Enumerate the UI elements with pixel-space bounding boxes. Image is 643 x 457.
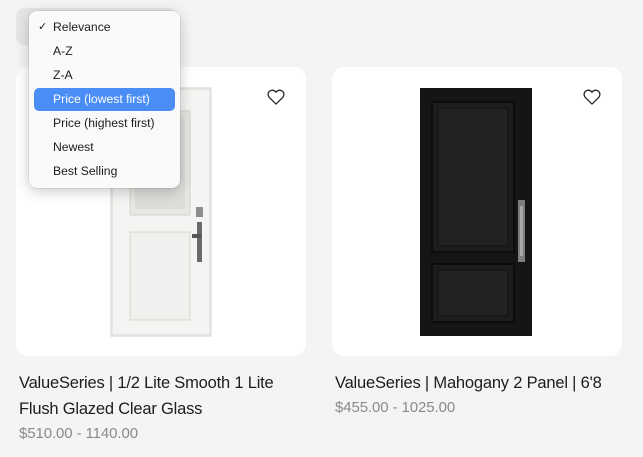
- heart-icon[interactable]: [266, 87, 286, 107]
- sort-option-label: Z-A: [53, 68, 73, 82]
- sort-option-newest[interactable]: Newest: [34, 136, 175, 159]
- heart-icon[interactable]: [582, 87, 602, 107]
- product-price: $455.00 - 1025.00: [335, 399, 456, 416]
- sort-option-relevance[interactable]: ✓ Relevance: [34, 16, 175, 39]
- product-image-black-door[interactable]: [420, 88, 532, 336]
- checkmark-icon: ✓: [38, 21, 48, 33]
- sort-option-label: Relevance: [53, 20, 111, 34]
- sort-option-best-selling[interactable]: Best Selling: [34, 160, 175, 183]
- sort-option-label: A-Z: [53, 44, 73, 58]
- sort-option-a-z[interactable]: A-Z: [34, 40, 175, 63]
- sort-dropdown-menu: ✓ Relevance A-Z Z-A Price (lowest first)…: [29, 11, 180, 188]
- sort-option-label: Price (lowest first): [53, 92, 150, 106]
- sort-option-price-highest[interactable]: Price (highest first): [34, 112, 175, 135]
- product-title-line1[interactable]: ValueSeries | 1/2 Lite Smooth 1 Lite: [19, 370, 274, 396]
- product-title-line1[interactable]: ValueSeries | Mahogany 2 Panel | 6'8: [335, 370, 602, 396]
- sort-option-label: Best Selling: [53, 164, 118, 178]
- sort-option-label: Newest: [53, 140, 94, 154]
- product-card[interactable]: [332, 67, 622, 356]
- product-price: $510.00 - 1140.00: [19, 425, 138, 442]
- product-title-line2[interactable]: Flush Glazed Clear Glass: [19, 396, 202, 422]
- sort-option-price-lowest[interactable]: Price (lowest first): [34, 88, 175, 111]
- sort-option-label: Price (highest first): [53, 116, 155, 130]
- sort-option-z-a[interactable]: Z-A: [34, 64, 175, 87]
